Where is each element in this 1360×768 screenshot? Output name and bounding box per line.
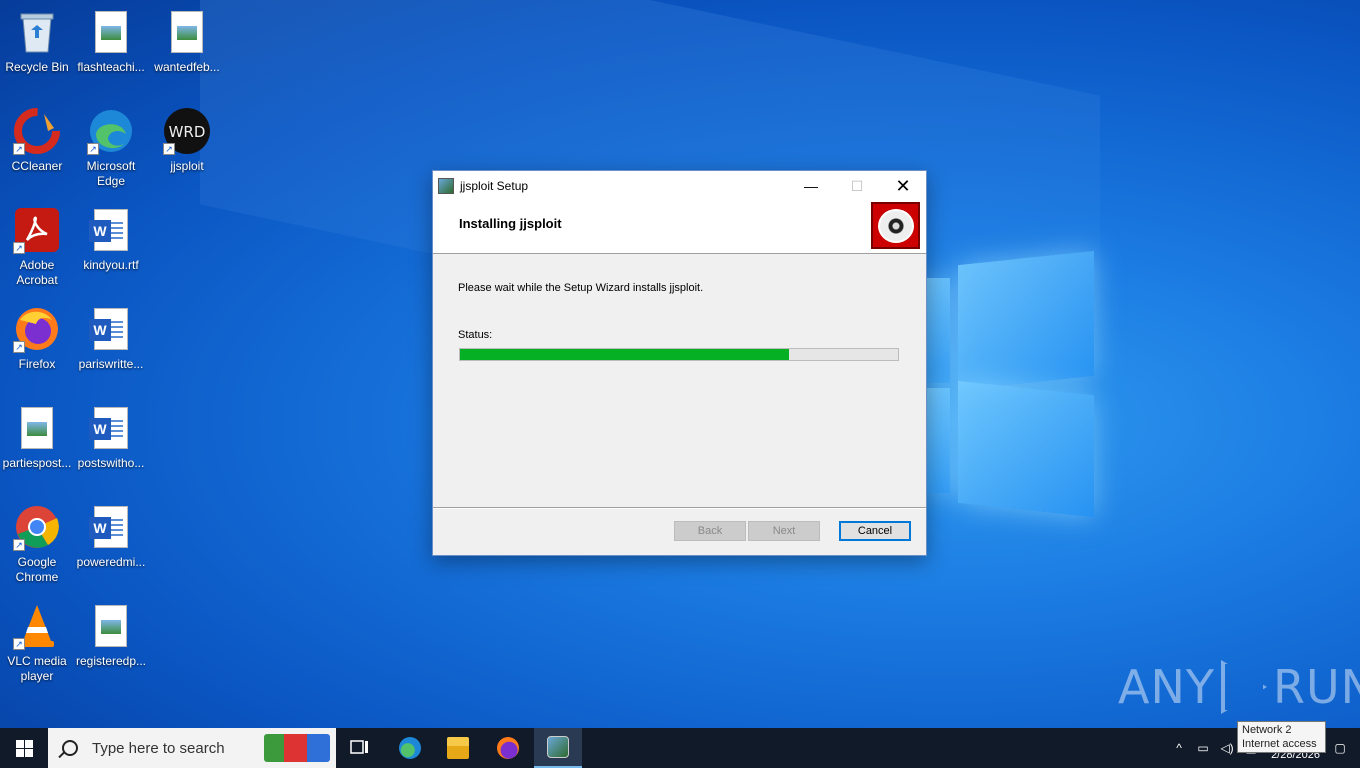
desktop-icon-word-doc[interactable]: W kindyou.rtf [74,206,148,273]
minimize-button[interactable]: — [788,171,834,201]
footer-divider [433,507,926,508]
maximize-button: ☐ [850,177,864,194]
windows-wallpaper-logo [926,250,1096,518]
desktop-icon-edge[interactable]: ↗ Microsoft Edge [74,107,148,189]
network-tooltip: Network 2 Internet access [1237,721,1326,753]
word-document-icon: W [87,206,135,254]
desktop-icon-word-doc[interactable]: W pariswritte... [74,305,148,372]
dialog-titlebar[interactable]: jjsploit Setup — ☐ ✕ [433,171,926,201]
file-explorer-icon [447,737,469,759]
ccleaner-icon: ↗ [13,107,61,155]
desktop-icon-recycle-bin[interactable]: Recycle Bin [0,8,74,75]
show-hidden-icons-button[interactable]: ^ [1167,741,1191,755]
close-button[interactable]: ✕ [880,171,926,201]
notifications-icon[interactable]: ▢ [1328,741,1352,755]
play-logo-icon [1220,660,1267,714]
jjsploit-setup-icon [547,736,569,758]
volume-icon[interactable]: ◁) [1215,741,1239,755]
desktop-icon-chrome[interactable]: ↗ Google Chrome [0,503,74,585]
desktop-icon-jjsploit[interactable]: WRD ↗ jjsploit [150,107,224,174]
desktop-icon-vlc[interactable]: ↗ VLC media player [0,602,74,684]
dialog-body: Please wait while the Setup Wizard insta… [433,255,926,508]
back-button: Back [674,521,746,541]
taskbar-search-box[interactable]: Type here to search [48,728,336,768]
desktop-icon-acrobat[interactable]: ↗ Adobe Acrobat [0,206,74,288]
vlc-icon: ↗ [13,602,61,650]
taskbar: Type here to search ^ ▭ ◁) ▣ 2/28/2026 ▢ [0,728,1360,768]
image-file-icon [13,404,61,452]
desktop-icon-word-doc[interactable]: W poweredmi... [74,503,148,570]
setup-app-icon [438,178,454,194]
start-button[interactable] [0,728,48,768]
install-progress-bar [459,348,899,361]
desktop-icon-ccleaner[interactable]: ↗ CCleaner [0,107,74,174]
task-view-icon [350,740,368,754]
jjsploit-icon: WRD ↗ [163,107,211,155]
word-document-icon: W [87,404,135,452]
windows-logo-icon [15,739,33,757]
page-title: Installing jjsploit [459,216,562,231]
status-label: Status: [458,329,493,341]
progress-fill [460,349,789,360]
setup-disc-icon [871,202,920,249]
dialog-header: Installing jjsploit [433,201,926,254]
desktop-icon-file[interactable]: registeredp... [74,602,148,669]
taskbar-file-explorer[interactable] [434,728,482,768]
install-description: Please wait while the Setup Wizard insta… [458,282,704,294]
recycle-bin-icon [13,8,61,56]
cancel-button[interactable]: Cancel [839,521,911,541]
image-file-icon [87,602,135,650]
taskbar-firefox[interactable] [484,728,532,768]
firefox-icon [497,737,519,759]
taskbar-edge[interactable] [386,728,434,768]
taskbar-jjsploit-setup[interactable] [534,728,582,768]
desktop-icon-file[interactable]: partiespost... [0,404,74,471]
desktop-icon-file[interactable]: flashteachi... [74,8,148,75]
desktop-icon-word-doc[interactable]: W postswitho... [74,404,148,471]
edge-icon: ↗ [87,107,135,155]
meet-now-icon[interactable]: ▭ [1191,741,1215,755]
search-highlight-gifts-icon [264,734,330,762]
desktop-icon-firefox[interactable]: ↗ Firefox [0,305,74,372]
acrobat-icon: ↗ [13,206,61,254]
word-document-icon: W [87,305,135,353]
search-icon [62,740,78,756]
dialog-title: jjsploit Setup [460,179,529,193]
next-button: Next [748,521,820,541]
desktop-icon-file[interactable]: wantedfeb... [150,8,224,75]
setup-dialog: jjsploit Setup — ☐ ✕ Installing jjsploit… [432,170,927,556]
edge-icon [399,737,421,759]
task-view-button[interactable] [336,728,384,768]
image-file-icon [163,8,211,56]
svg-text:WRD: WRD [169,123,206,141]
search-placeholder: Type here to search [92,739,225,757]
image-file-icon [87,8,135,56]
anyrun-watermark: ANY RUN [1118,660,1360,714]
firefox-icon: ↗ [13,305,61,353]
word-document-icon: W [87,503,135,551]
chrome-icon: ↗ [13,503,61,551]
